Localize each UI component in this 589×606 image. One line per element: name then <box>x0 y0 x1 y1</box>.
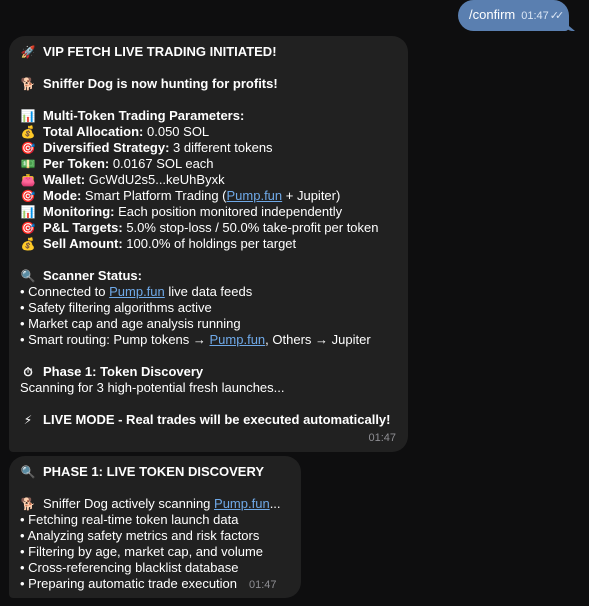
list-item: • Cross-referencing blacklist database <box>20 560 239 575</box>
message-title: 🚀 VIP FETCH LIVE TRADING INITIATED! <box>20 44 277 59</box>
outgoing-message-time: 01:47 <box>521 10 549 22</box>
lightning-icon: ⚡ <box>23 413 33 427</box>
read-ticks-icon: ✓✓ <box>549 10 565 22</box>
pump-fun-link[interactable]: Pump.fun <box>227 188 283 203</box>
stopwatch-icon: ⏱ <box>23 365 33 379</box>
param-wallet: 👛 Wallet: GcWdU2s5...keUhByxk <box>20 172 225 187</box>
magnifier-icon: 🔍 <box>20 269 36 283</box>
pump-fun-link[interactable]: Pump.fun <box>109 284 165 299</box>
magnifier-icon: 🔍 <box>20 465 36 479</box>
list-item: • Preparing automatic trade execution 01:… <box>20 576 277 591</box>
param-pl-targets: 🎯 P&L Targets: 5.0% stop-loss / 50.0% tak… <box>20 220 379 235</box>
scanner-item: • Safety filtering algorithms active <box>20 300 212 315</box>
incoming-message-trading-initiated[interactable]: 🚀 VIP FETCH LIVE TRADING INITIATED! 🐕 Snif… <box>9 36 408 452</box>
message-time: 01:47 <box>368 432 396 444</box>
message-title: 🔍 PHASE 1: LIVE TOKEN DISCOVERY <box>20 464 265 479</box>
list-item: • Analyzing safety metrics and risk fact… <box>20 528 260 543</box>
dog-icon: 🐕 <box>20 77 36 91</box>
scanner-header: 🔍 Scanner Status: <box>20 268 142 283</box>
target-icon: 🎯 <box>20 141 36 155</box>
scanner-item: • Smart routing: Pump tokens → Pump.fun,… <box>20 332 371 347</box>
param-allocation: 💰 Total Allocation: 0.050 SOL <box>20 124 210 139</box>
purse-icon: 👛 <box>20 173 36 187</box>
target-icon: 🎯 <box>20 189 36 203</box>
scanning-line: 🐕 Sniffer Dog actively scanning Pump.fun.… <box>20 496 281 511</box>
param-per-token: 💵 Per Token: 0.0167 SOL each <box>20 156 214 171</box>
param-strategy: 🎯 Diversified Strategy: 3 different token… <box>20 140 273 155</box>
live-mode-line: ⚡ LIVE MODE - Real trades will be execute… <box>20 412 398 428</box>
target-icon: 🎯 <box>20 221 36 235</box>
outgoing-message-text: /confirm <box>469 7 516 22</box>
params-header: 📊 Multi-Token Trading Parameters: <box>20 108 245 123</box>
list-item: • Fetching real-time token launch data <box>20 512 239 527</box>
phase-description: Scanning for 3 high-potential fresh laun… <box>20 380 285 395</box>
phase-header: ⏱ Phase 1: Token Discovery <box>20 364 398 380</box>
hunting-line: 🐕 Sniffer Dog is now hunting for profits! <box>20 76 278 91</box>
param-sell-amount: 💰 Sell Amount: 100.0% of holdings per tar… <box>20 236 297 251</box>
outgoing-message[interactable]: /confirm 01:47✓✓ <box>458 0 569 31</box>
chart-icon: 📊 <box>20 109 36 123</box>
pump-fun-link[interactable]: Pump.fun <box>214 496 270 511</box>
chart-icon: 📊 <box>20 205 36 219</box>
pump-fun-link[interactable]: Pump.fun <box>210 332 266 347</box>
param-monitoring: 📊 Monitoring: Each position monitored ind… <box>20 204 343 219</box>
param-mode: 🎯 Mode: Smart Platform Trading (Pump.fun … <box>20 188 341 203</box>
money-bag-icon: 💰 <box>20 237 36 251</box>
incoming-message-token-discovery[interactable]: 🔍 PHASE 1: LIVE TOKEN DISCOVERY 🐕 Sniffer … <box>9 456 301 598</box>
scanner-item: • Connected to Pump.fun live data feeds <box>20 284 253 299</box>
banknote-icon: 💵 <box>20 157 36 171</box>
list-item: • Filtering by age, market cap, and volu… <box>20 544 264 559</box>
dog-icon: 🐕 <box>20 497 36 511</box>
money-bag-icon: 💰 <box>20 125 36 139</box>
message-time: 01:47 <box>249 579 277 591</box>
scanner-item: • Market cap and age analysis running <box>20 316 241 331</box>
rocket-icon: 🚀 <box>20 45 36 59</box>
